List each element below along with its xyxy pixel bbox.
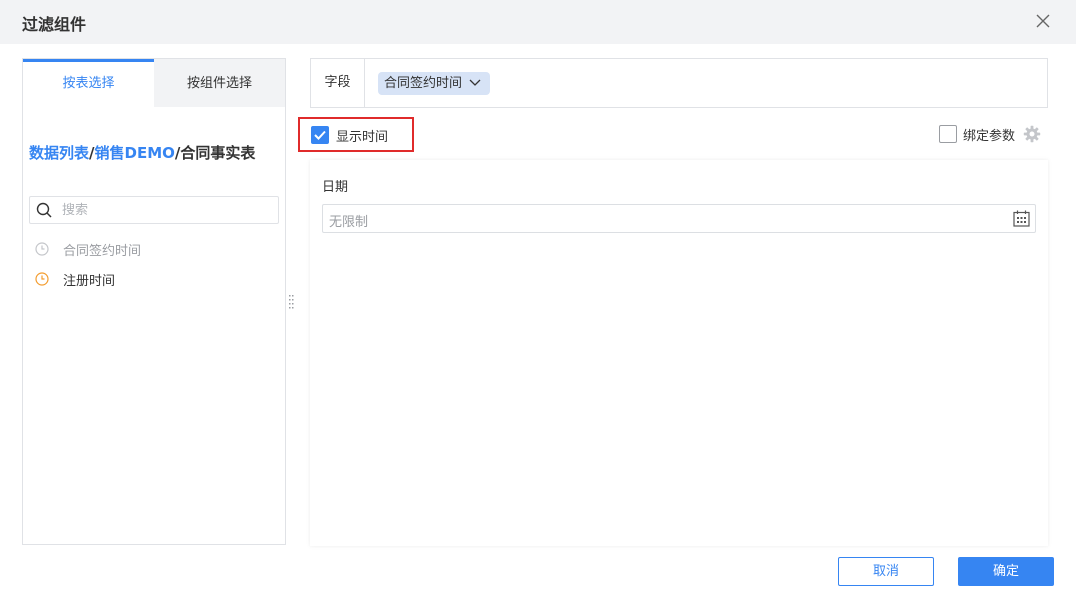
breadcrumb-sales-demo[interactable]: 销售DEMO: [95, 144, 175, 162]
tab-by-component[interactable]: 按组件选择: [154, 59, 285, 107]
drag-handle-icon[interactable]: [289, 294, 295, 310]
search-box: [29, 196, 279, 224]
close-icon[interactable]: [1034, 12, 1052, 30]
breadcrumb-current-table: 合同事实表: [180, 144, 256, 162]
field-select-dropdown[interactable]: 合同签约时间: [378, 72, 491, 95]
cancel-button[interactable]: 取消: [838, 557, 934, 586]
field-label: 字段: [311, 59, 365, 107]
date-label: 日期: [322, 180, 349, 195]
breadcrumb-data-list[interactable]: 数据列表: [29, 144, 89, 162]
field-item-contract-sign-time[interactable]: 合同签约时间: [35, 239, 141, 259]
bind-param-option: 绑定参数: [939, 124, 1041, 144]
date-picker-input[interactable]: 无限制: [322, 204, 1036, 233]
field-item-register-time[interactable]: 注册时间: [35, 269, 115, 289]
show-time-label: 显示时间: [336, 130, 389, 145]
bind-param-checkbox[interactable]: [939, 125, 957, 143]
clock-icon: [35, 272, 49, 286]
filter-preview-panel: 日期 无限制: [310, 160, 1048, 546]
calendar-icon[interactable]: [1013, 210, 1030, 227]
date-placeholder: 无限制: [329, 215, 369, 230]
field-item-label: 注册时间: [63, 273, 116, 289]
field-item-label: 合同签约时间: [63, 243, 142, 259]
field-select-value: 合同签约时间: [384, 76, 463, 91]
breadcrumb: 数据列表/销售DEMO/合同事实表: [29, 142, 255, 163]
tab-by-table[interactable]: 按表选择: [23, 59, 154, 107]
dialog-header: 过滤组件: [0, 0, 1076, 44]
show-time-checkbox[interactable]: [311, 126, 329, 144]
field-selector-row: 字段 合同签约时间: [310, 58, 1048, 108]
search-input[interactable]: [62, 200, 262, 220]
confirm-button[interactable]: 确定: [958, 557, 1054, 586]
tab-bar: 按表选择 按组件选择: [23, 59, 285, 107]
gear-icon[interactable]: [1023, 125, 1041, 143]
bind-param-label: 绑定参数: [963, 128, 1016, 144]
dialog-title: 过滤组件: [22, 15, 87, 34]
checkmark-icon: [314, 130, 326, 140]
chevron-down-icon: [469, 79, 481, 86]
show-time-option: 显示时间: [298, 117, 414, 152]
search-icon: [36, 202, 52, 218]
clock-icon: [35, 242, 49, 256]
table-selector-panel: 按表选择 按组件选择 数据列表/销售DEMO/合同事实表 合同签约时间 注册时间: [22, 58, 286, 545]
